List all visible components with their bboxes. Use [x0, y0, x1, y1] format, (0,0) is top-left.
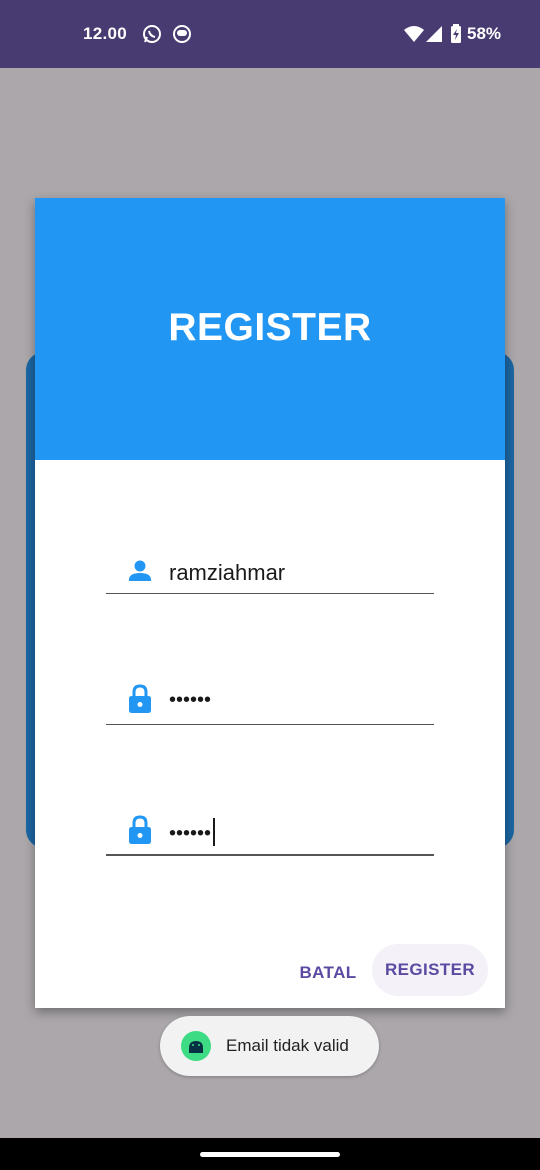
- username-value: ramziahmar: [169, 560, 286, 585]
- navigation-bar: [0, 1138, 540, 1170]
- toast: Email tidak valid: [160, 1016, 379, 1076]
- register-button[interactable]: REGISTER: [372, 944, 488, 996]
- toast-message: Email tidak valid: [226, 1036, 349, 1055]
- dialog-title: REGISTER: [168, 306, 372, 349]
- person-icon: [128, 558, 152, 584]
- app-notification-icon: [172, 24, 192, 44]
- password-field[interactable]: ••••••: [106, 679, 434, 725]
- home-gesture-handle[interactable]: [200, 1152, 340, 1157]
- android-icon: [181, 1031, 211, 1061]
- cancel-button[interactable]: BATAL: [290, 958, 366, 988]
- password-value: ••••••: [169, 689, 212, 711]
- lock-icon: [128, 815, 152, 844]
- status-time: 12.00: [83, 24, 128, 43]
- wifi-icon: [403, 24, 425, 44]
- username-field[interactable]: ramziahmar: [106, 548, 434, 594]
- register-dialog: REGISTER ramziahmar •••••• •••••• BATAL …: [35, 198, 505, 1008]
- battery-icon: [450, 24, 462, 44]
- confirm-password-value: ••••••: [169, 818, 216, 848]
- signal-icon: [425, 24, 445, 44]
- whatsapp-icon: [142, 24, 162, 44]
- confirm-password-field[interactable]: ••••••: [106, 810, 434, 856]
- confirm-password-text: ••••••: [169, 822, 212, 845]
- status-bar: 12.00 58%: [0, 0, 540, 68]
- dialog-header: REGISTER: [35, 198, 505, 460]
- lock-icon: [128, 684, 152, 713]
- battery-percent: 58%: [467, 24, 502, 43]
- text-cursor: [213, 818, 216, 846]
